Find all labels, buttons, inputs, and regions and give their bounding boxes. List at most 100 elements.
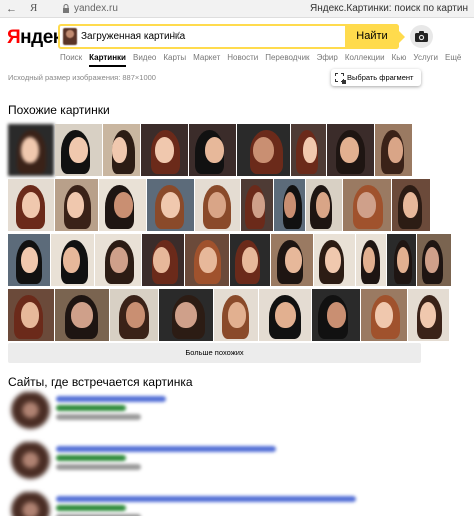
- similar-image-thumbnail[interactable]: [306, 179, 342, 231]
- photo-face-shape: [208, 192, 226, 218]
- site-result-text: [56, 496, 356, 502]
- service-tab[interactable]: Поиск: [60, 53, 82, 63]
- photo-face-shape: [110, 247, 128, 273]
- site-result-thumbnail[interactable]: [8, 442, 53, 482]
- grid-row: [8, 289, 449, 341]
- similar-image-thumbnail[interactable]: [189, 124, 236, 176]
- service-tab[interactable]: Видео: [133, 53, 156, 63]
- site-result-text: [56, 464, 141, 470]
- photo-face-shape: [63, 247, 80, 273]
- photo-face-shape: [242, 247, 258, 273]
- lock-icon: [63, 4, 69, 13]
- original-size-info: Исходный размер изображения: 887×1000: [8, 73, 156, 82]
- similar-image-thumbnail[interactable]: [110, 289, 158, 341]
- similar-image-thumbnail[interactable]: [8, 234, 50, 286]
- similar-image-thumbnail[interactable]: [142, 234, 184, 286]
- similar-image-thumbnail[interactable]: [314, 234, 355, 286]
- photo-face-shape: [275, 302, 296, 328]
- photo-face-shape: [316, 192, 330, 218]
- similar-image-thumbnail[interactable]: [8, 124, 54, 176]
- photo-face-shape: [155, 137, 174, 163]
- select-fragment-button[interactable]: Выбрать фрагмент: [331, 69, 421, 86]
- similar-image-thumbnail[interactable]: [237, 124, 290, 176]
- similar-image-thumbnail[interactable]: [55, 124, 102, 176]
- similar-image-thumbnail[interactable]: [408, 289, 449, 341]
- similar-image-thumbnail[interactable]: [55, 289, 109, 341]
- photo-face-shape: [199, 247, 217, 273]
- similar-image-thumbnail[interactable]: [361, 289, 407, 341]
- back-arrow-icon[interactable]: ←: [6, 2, 17, 16]
- select-fragment-label: Выбрать фрагмент: [347, 73, 414, 82]
- photo-face-shape: [284, 192, 296, 218]
- uploaded-image-thumbnail[interactable]: [63, 28, 77, 45]
- similar-image-thumbnail[interactable]: [387, 234, 416, 286]
- site-result-thumbnail[interactable]: [8, 492, 53, 516]
- service-tab[interactable]: Картинки: [89, 53, 126, 67]
- similar-image-thumbnail[interactable]: [259, 289, 311, 341]
- photo-face-shape: [114, 192, 133, 218]
- similar-image-thumbnail[interactable]: [103, 124, 140, 176]
- similar-image-thumbnail[interactable]: [271, 234, 313, 286]
- service-tab[interactable]: Эфир: [317, 53, 338, 63]
- similar-image-thumbnail[interactable]: [55, 179, 98, 231]
- site-result-thumbnail[interactable]: [8, 392, 53, 432]
- photo-face-shape: [112, 137, 127, 163]
- address-bar[interactable]: yandex.ru: [74, 3, 118, 15]
- similar-image-thumbnail[interactable]: [392, 179, 430, 231]
- similar-image-thumbnail[interactable]: [343, 179, 391, 231]
- site-result-text: [56, 446, 276, 452]
- photo-face-shape: [21, 302, 39, 328]
- site-result[interactable]: [8, 442, 428, 482]
- similar-image-thumbnail[interactable]: [141, 124, 188, 176]
- similar-image-thumbnail[interactable]: [8, 179, 54, 231]
- photo-face-shape: [71, 302, 93, 328]
- site-result[interactable]: [8, 392, 428, 432]
- site-result-text: [56, 405, 126, 411]
- service-tab[interactable]: Новости: [227, 53, 258, 63]
- similar-image-thumbnail[interactable]: [147, 179, 194, 231]
- site-result-text: [56, 414, 141, 420]
- similar-image-thumbnail[interactable]: [312, 289, 360, 341]
- similar-image-thumbnail[interactable]: [417, 234, 451, 286]
- similar-image-thumbnail[interactable]: [8, 289, 54, 341]
- similar-image-thumbnail[interactable]: [327, 124, 374, 176]
- similar-image-thumbnail[interactable]: [375, 124, 412, 176]
- camera-icon[interactable]: [410, 25, 433, 48]
- similar-image-thumbnail[interactable]: [214, 289, 258, 341]
- search-input[interactable]: Загруженная картинка ✕ Найти: [58, 24, 405, 49]
- browser-chrome: ← Я yandex.ru Яндекс.Картинки: поиск по …: [0, 0, 474, 18]
- photo-face-shape: [420, 302, 436, 328]
- photo-face-shape: [21, 137, 39, 163]
- similar-image-thumbnail[interactable]: [356, 234, 386, 286]
- site-result-text: [56, 396, 166, 402]
- similar-image-thumbnail[interactable]: [51, 234, 94, 286]
- service-tab[interactable]: Кью: [392, 53, 407, 63]
- more-similar-button[interactable]: Больше похожих: [8, 343, 421, 363]
- service-tab[interactable]: Услуги: [413, 53, 438, 63]
- similar-image-thumbnail[interactable]: [241, 179, 273, 231]
- similar-image-thumbnail[interactable]: [159, 289, 213, 341]
- similar-image-thumbnail[interactable]: [230, 234, 270, 286]
- site-result[interactable]: [8, 492, 428, 516]
- service-tab[interactable]: Маркет: [193, 53, 220, 63]
- service-tab[interactable]: Ещё: [445, 53, 461, 63]
- similar-image-thumbnail[interactable]: [274, 179, 305, 231]
- camera-glyph: [415, 31, 428, 42]
- crop-icon: [335, 73, 346, 84]
- service-tab[interactable]: Карты: [163, 53, 186, 63]
- similar-image-thumbnail[interactable]: [95, 234, 141, 286]
- photo-face-shape: [363, 247, 375, 273]
- photo-face-shape: [69, 137, 88, 163]
- grid-row: [8, 179, 430, 231]
- similar-image-thumbnail[interactable]: [185, 234, 229, 286]
- clear-icon[interactable]: ✕: [171, 28, 182, 44]
- photo-face-shape: [21, 247, 38, 273]
- service-tab[interactable]: Переводчик: [265, 53, 309, 63]
- photo-face-shape: [67, 192, 84, 218]
- similar-image-thumbnail[interactable]: [291, 124, 326, 176]
- service-tab[interactable]: Коллекции: [345, 53, 385, 63]
- sites-heading: Сайты, где встречается картинка: [8, 375, 193, 389]
- similar-image-thumbnail[interactable]: [195, 179, 240, 231]
- similar-image-thumbnail[interactable]: [99, 179, 146, 231]
- search-button[interactable]: Найти: [345, 24, 399, 49]
